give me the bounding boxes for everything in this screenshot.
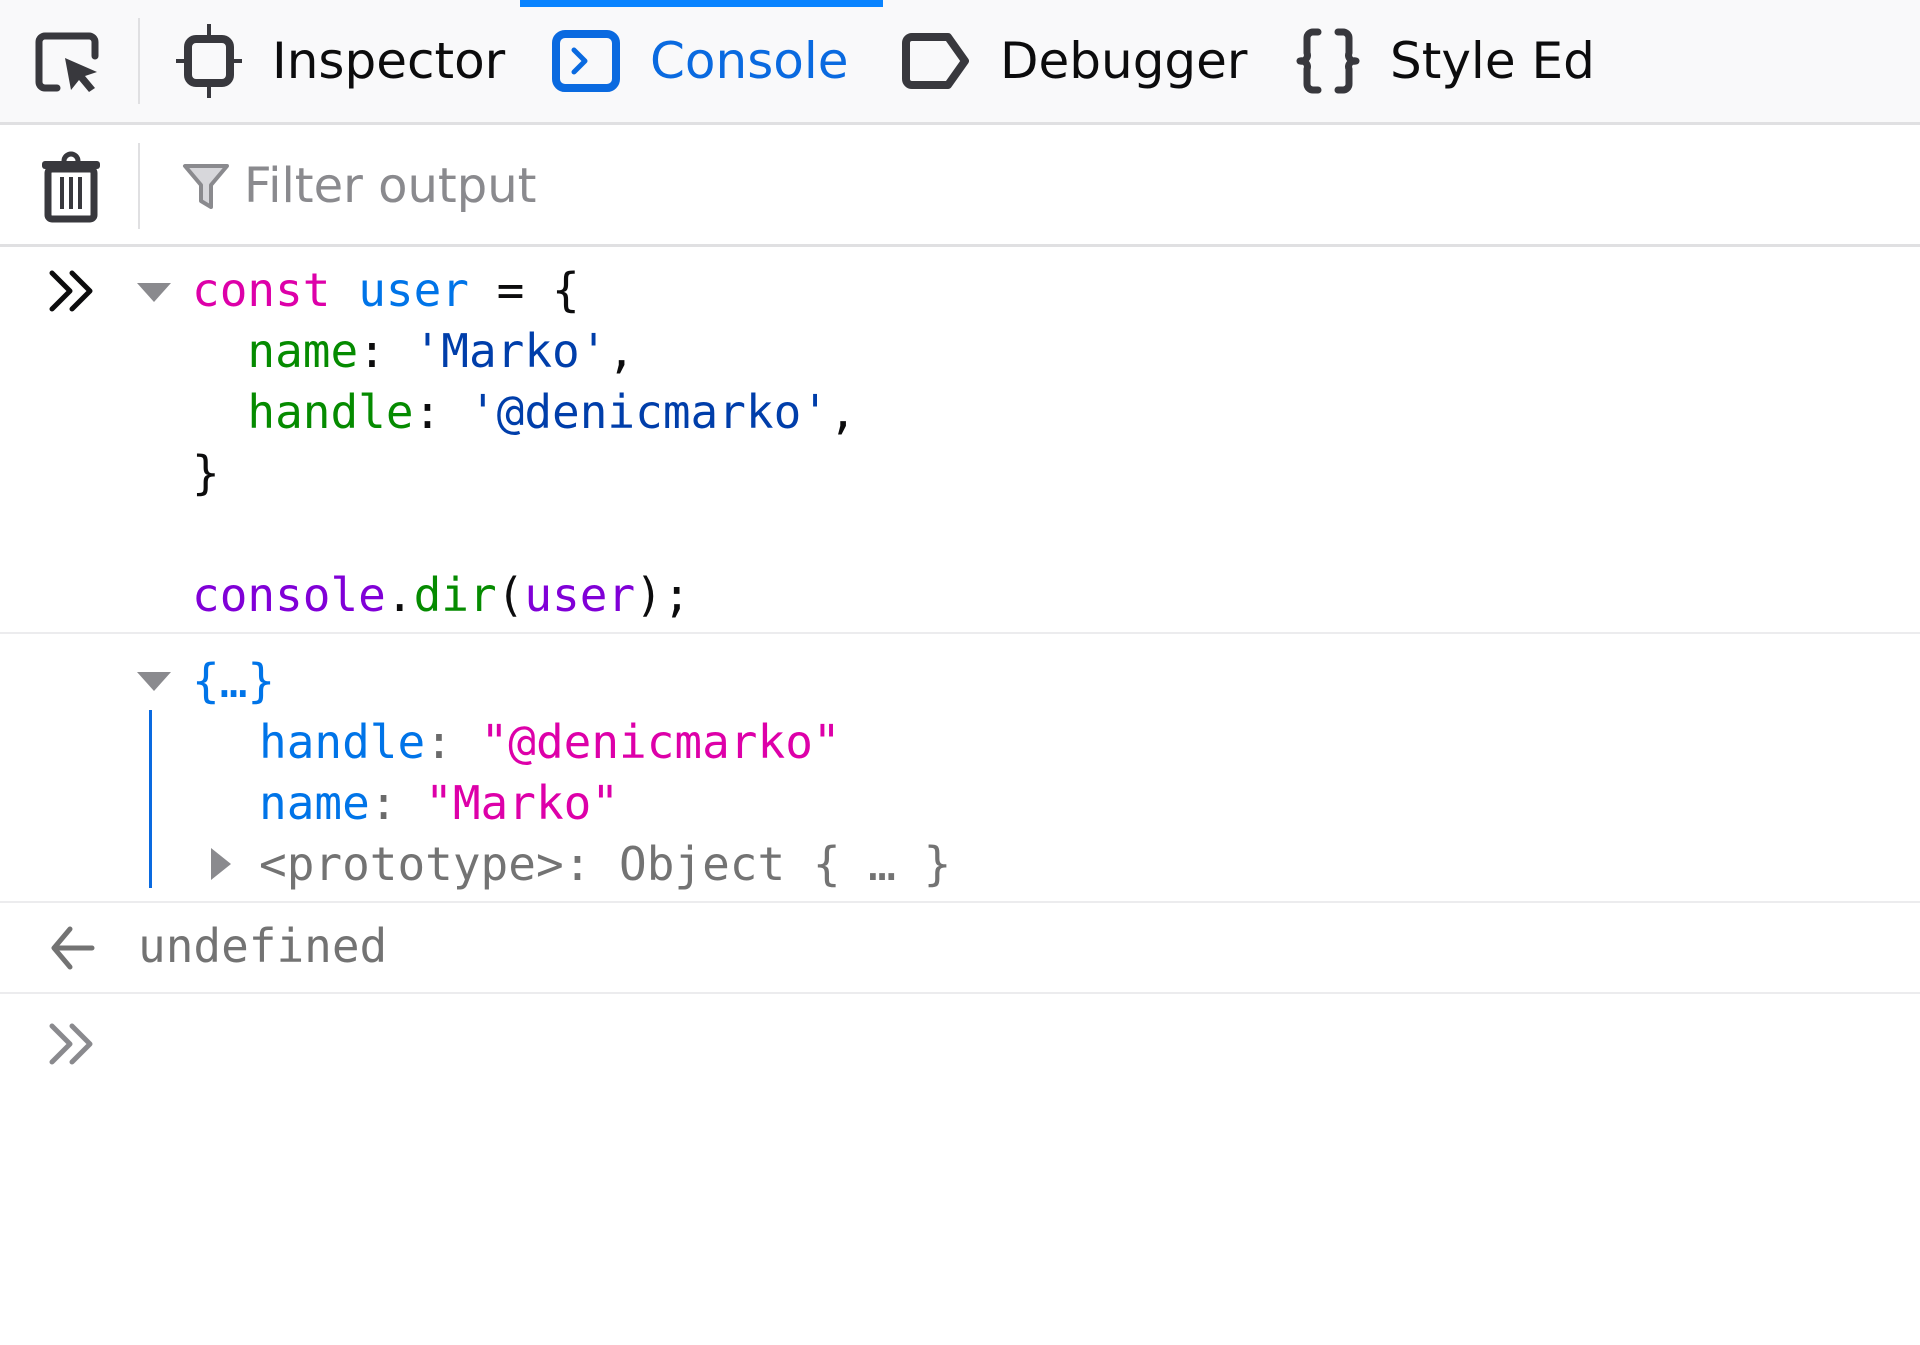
console-input-message: const user = { name: 'Marko', handle: '@… [0, 247, 1920, 634]
double-chevron-right-icon [49, 270, 93, 312]
code-line: } [192, 446, 220, 500]
tab-label: Style Ed [1390, 32, 1595, 90]
console-prompt [0, 994, 1920, 1345]
debugger-icon [902, 32, 970, 90]
expand-prototype-toggle[interactable] [211, 848, 231, 880]
object-property: name: "Marko" [259, 776, 620, 830]
element-picker-icon [35, 32, 99, 92]
tab-label: Console [650, 32, 849, 90]
console-dir-output: {…} handle: "@denicmarko" name: "Marko" <pr… [0, 634, 1920, 903]
collapse-input-toggle[interactable] [137, 283, 171, 302]
object-property: handle: "@denicmarko" [259, 715, 841, 769]
result-value: undefined [138, 919, 388, 973]
tab-label: Debugger [1000, 32, 1248, 90]
devtools-tabbar: Inspector Console Debugger Style Ed [0, 0, 1920, 125]
object-tree: {…} handle: "@denicmarko" name: "Marko" <pr… [192, 651, 951, 895]
console-icon [552, 30, 620, 92]
tab-debugger[interactable]: Debugger [902, 0, 1248, 122]
code-line: const user = { [192, 263, 580, 317]
collapse-object-toggle[interactable] [137, 672, 171, 691]
input-code: const user = { name: 'Marko', handle: '@… [192, 260, 857, 626]
tab-console[interactable]: Console [520, 0, 882, 122]
tab-inspector[interactable]: Inspector [176, 0, 505, 122]
filter-output-input[interactable] [244, 158, 1744, 214]
tree-guide-line [149, 710, 152, 888]
filter-box [182, 149, 1882, 223]
funnel-icon [183, 164, 229, 209]
style-editor-icon [1296, 28, 1360, 94]
code-line: name: 'Marko', [247, 324, 636, 378]
code-line: console.dir(user); [192, 568, 691, 622]
return-arrow-icon [51, 926, 95, 970]
double-chevron-right-icon [49, 1023, 93, 1065]
prototype-node[interactable]: <prototype>: Object { … } [192, 834, 951, 895]
console-toolbar [0, 125, 1920, 247]
tab-separator [138, 18, 140, 104]
console-result-message: undefined [0, 903, 1920, 994]
tab-label: Inspector [272, 32, 506, 90]
inspector-icon [176, 20, 242, 102]
toolbar-separator [138, 143, 140, 229]
tab-style-editor[interactable]: Style Ed [1296, 0, 1595, 122]
element-picker-button[interactable] [30, 28, 106, 98]
object-summary[interactable]: {…} [192, 651, 951, 712]
trash-icon [42, 151, 100, 223]
console-input-field[interactable] [138, 1014, 1878, 1078]
code-line: handle: '@denicmarko', [247, 385, 857, 439]
clear-console-button[interactable] [40, 151, 102, 223]
